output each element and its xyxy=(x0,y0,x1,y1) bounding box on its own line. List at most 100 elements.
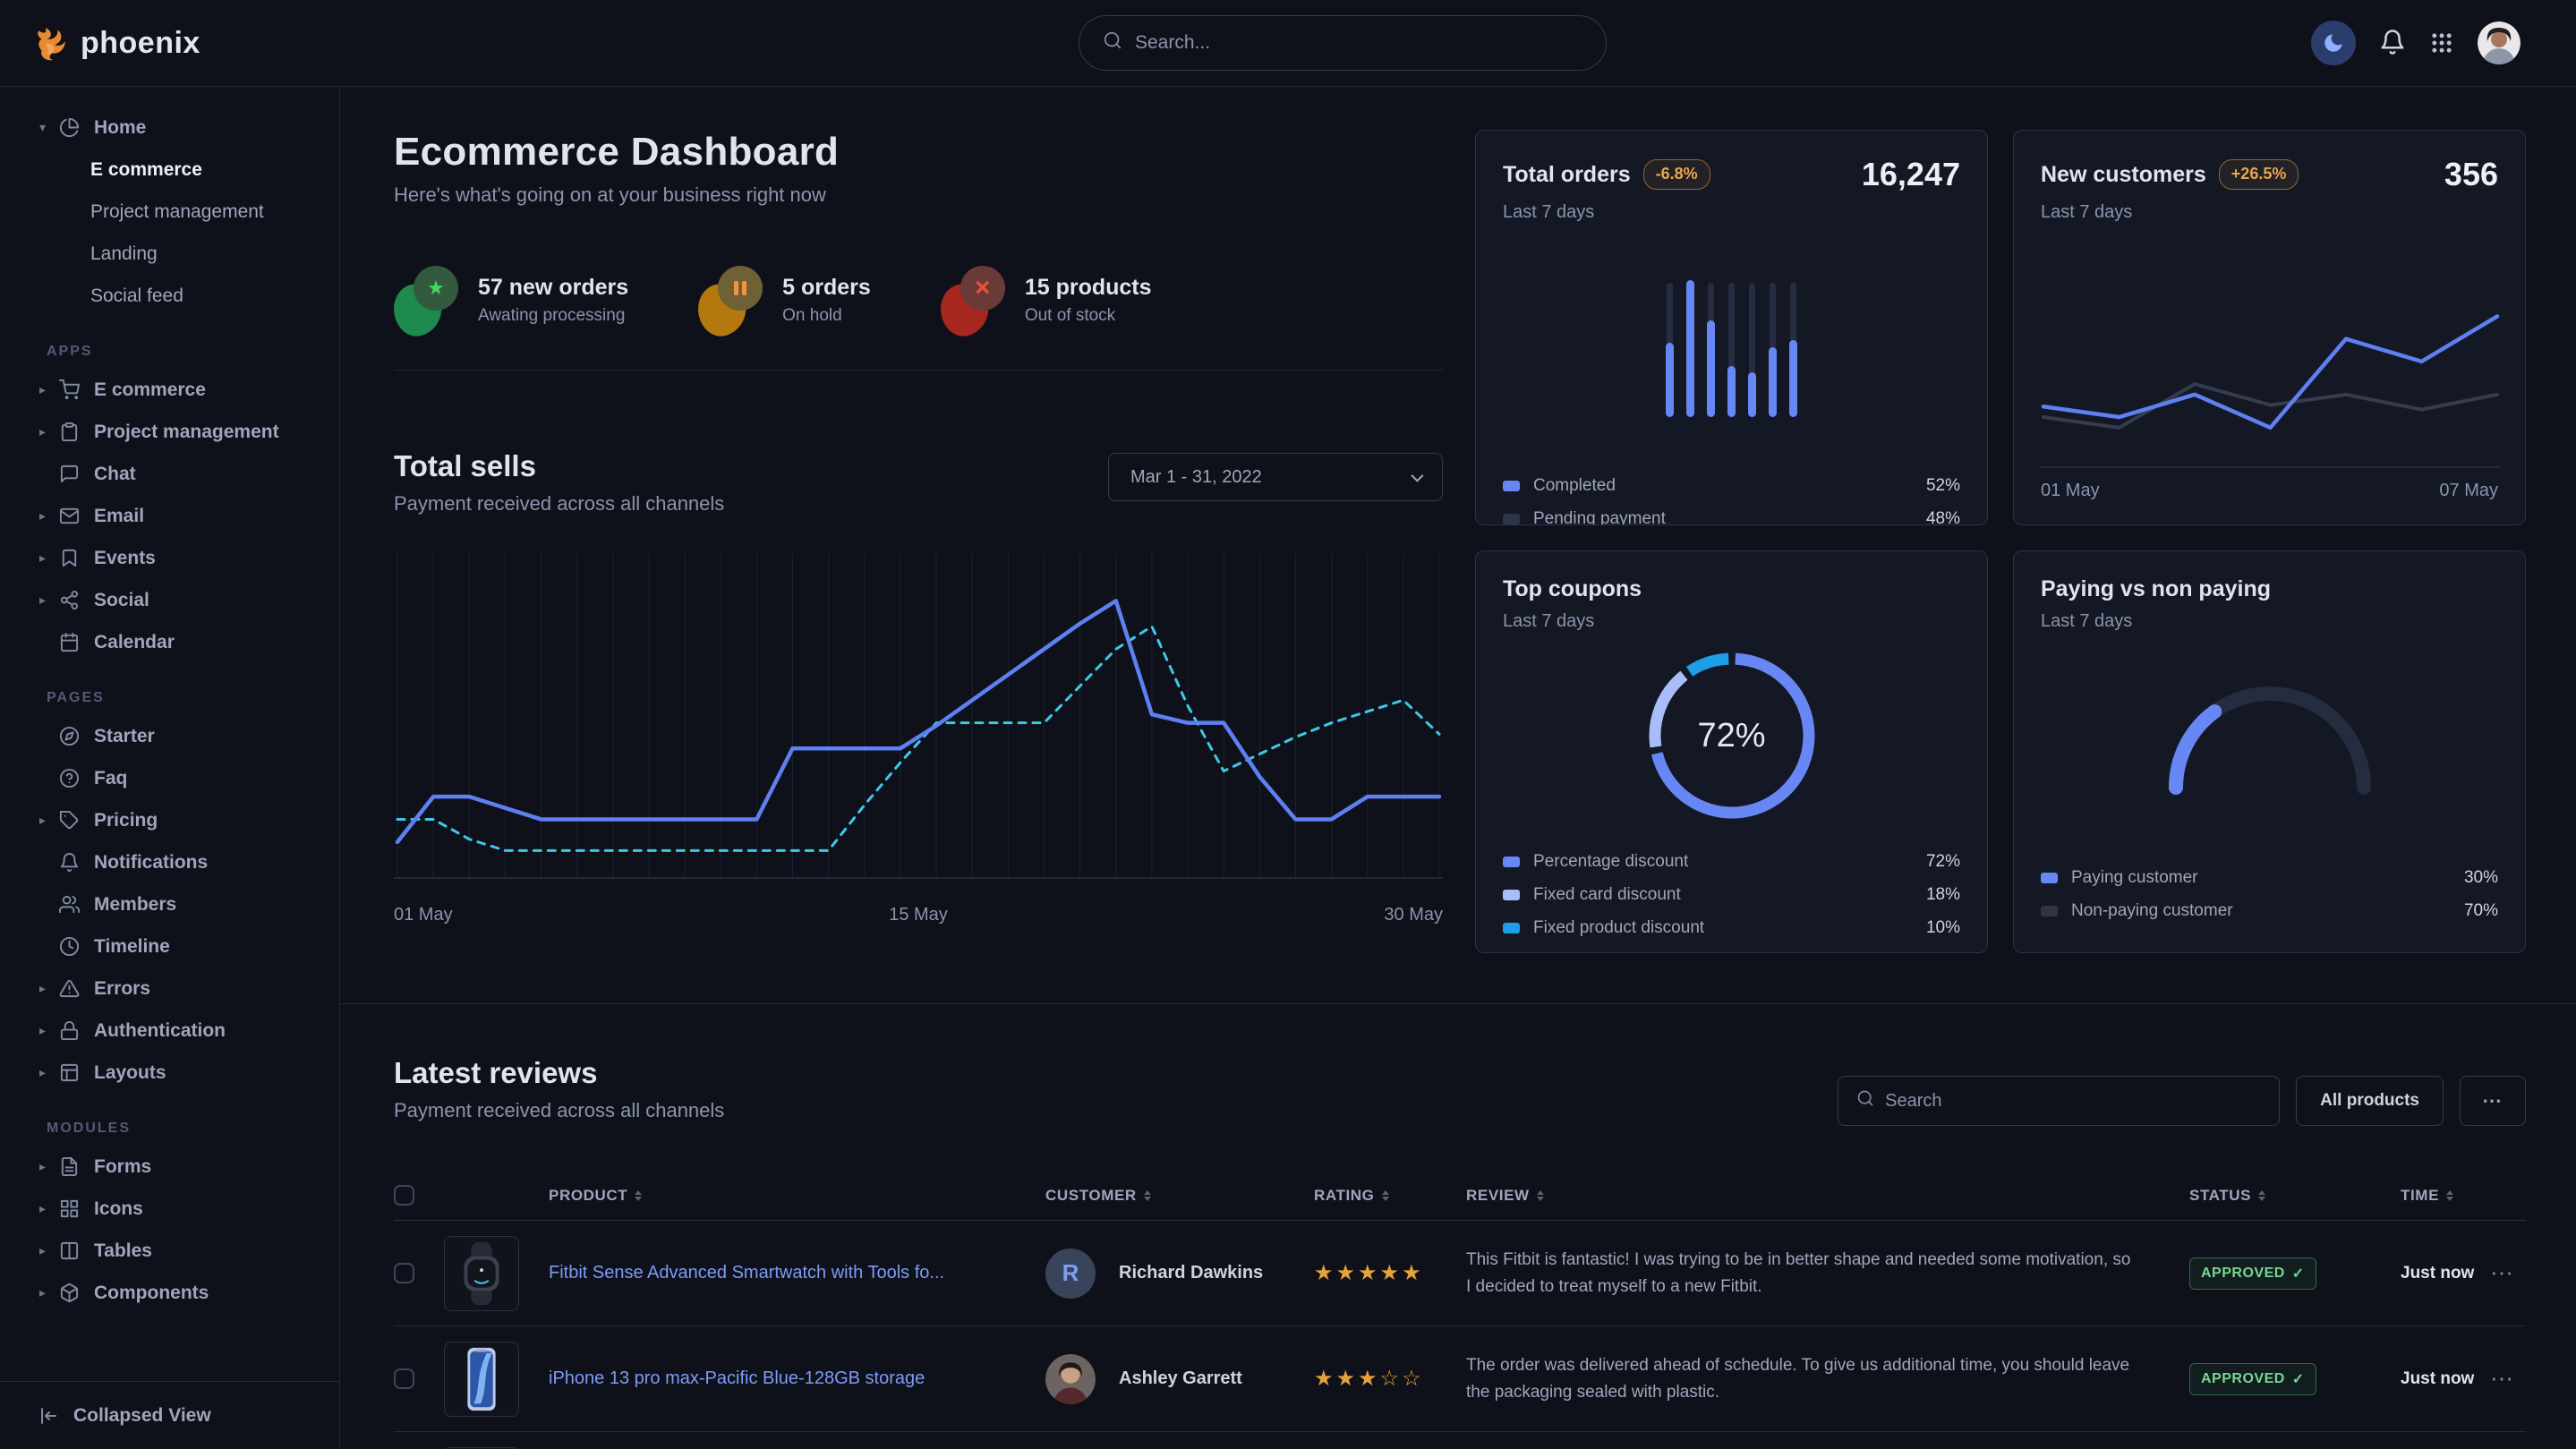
sidebar-item-events[interactable]: ▸Events xyxy=(0,537,339,579)
row-checkbox[interactable] xyxy=(394,1263,414,1283)
pie-chart-icon xyxy=(59,117,80,138)
total-sells-subtitle: Payment received across all channels xyxy=(394,492,724,516)
legend-label: Fixed product discount xyxy=(1533,918,1704,938)
reviews-search-input[interactable] xyxy=(1885,1091,2261,1112)
sidebar-item-faq[interactable]: ▸Faq xyxy=(0,757,339,799)
user-avatar[interactable] xyxy=(2478,21,2521,64)
bell-icon xyxy=(59,852,80,873)
legend-label: Completed xyxy=(1533,476,1616,496)
x-axis-label: 15 May xyxy=(889,905,948,925)
sidebar-item-tables[interactable]: ▸Tables xyxy=(0,1230,339,1272)
chevron-down-icon xyxy=(1411,470,1423,482)
more-options-button[interactable]: ⋯ xyxy=(2460,1076,2526,1126)
sidebar-item-starter[interactable]: ▸Starter xyxy=(0,715,339,757)
global-search-input[interactable] xyxy=(1135,32,1582,54)
card-value: 16,247 xyxy=(1862,156,1960,193)
message-square-icon xyxy=(59,464,80,484)
column-header-product[interactable]: PRODUCT xyxy=(549,1187,1045,1205)
all-products-button[interactable]: All products xyxy=(2296,1076,2444,1126)
legend-value: 52% xyxy=(1926,476,1960,496)
stat-green: ★57 new ordersAwating processing xyxy=(394,264,628,336)
column-header-rating[interactable]: RATING xyxy=(1314,1187,1466,1205)
bell-icon xyxy=(2379,29,2406,58)
apps-grid-button[interactable] xyxy=(2429,30,2454,55)
sidebar-item-label: Errors xyxy=(94,978,150,1000)
legend-item: Fixed product discount10% xyxy=(1503,911,1960,944)
sidebar-item-timeline[interactable]: ▸Timeline xyxy=(0,925,339,967)
search-icon xyxy=(1103,30,1122,55)
mail-icon xyxy=(59,506,80,526)
sidebar-item-label: Forms xyxy=(94,1156,151,1178)
total-sells-x-labels: 01 May15 May30 May xyxy=(394,905,1443,925)
bar-fill xyxy=(1686,280,1694,417)
product-link[interactable]: Fitbit Sense Advanced Smartwatch with To… xyxy=(549,1263,1045,1283)
sort-icon xyxy=(1144,1190,1151,1201)
theme-toggle-button[interactable] xyxy=(2311,21,2356,65)
sidebar-item-components[interactable]: ▸Components xyxy=(0,1272,339,1314)
column-header-customer[interactable]: CUSTOMER xyxy=(1045,1187,1314,1205)
sidebar-item-project-management[interactable]: ▸Project management xyxy=(0,411,339,453)
sidebar-item-icons[interactable]: ▸Icons xyxy=(0,1188,339,1230)
select-all-checkbox[interactable] xyxy=(394,1185,414,1206)
calendar-icon xyxy=(59,632,80,652)
legend-item: Paying customer30% xyxy=(2041,861,2498,894)
legend-item: Non-paying customer70% xyxy=(2041,894,2498,927)
sidebar-item-members[interactable]: ▸Members xyxy=(0,883,339,925)
column-header-time[interactable]: TIME xyxy=(2401,1187,2490,1205)
sidebar-item-label: Home xyxy=(94,117,146,139)
product-link[interactable]: iPhone 13 pro max-Pacific Blue-128GB sto… xyxy=(549,1368,1045,1389)
row-actions-button[interactable]: ⋯ xyxy=(2490,1365,2526,1393)
customer-name: Ashley Garrett xyxy=(1119,1368,1242,1389)
sidebar-item-pricing[interactable]: ▸Pricing xyxy=(0,799,339,841)
caret-right-icon: ▸ xyxy=(39,1201,59,1216)
row-actions-button[interactable]: ⋯ xyxy=(2490,1259,2526,1287)
reviews-search[interactable] xyxy=(1838,1076,2280,1126)
sidebar-item-calendar[interactable]: ▸Calendar xyxy=(0,621,339,663)
sidebar-item-e-commerce[interactable]: ▸E commerce xyxy=(0,369,339,411)
sidebar-nav: ▾Home E commerce Project managementLanding… xyxy=(0,107,339,1314)
sidebar-subitem-landing[interactable]: Landing xyxy=(0,233,339,275)
sidebar-subitem-project-management[interactable]: Project management xyxy=(0,191,339,233)
sidebar-item-authentication[interactable]: ▸Authentication xyxy=(0,1010,339,1052)
sidebar-item-forms[interactable]: ▸Forms xyxy=(0,1146,339,1188)
customer-avatar: R xyxy=(1045,1249,1096,1299)
sidebar-item-label: Faq xyxy=(94,768,127,789)
brand-logo[interactable]: phoenix xyxy=(32,24,200,62)
new-customers-x-labels: 01 May07 May xyxy=(2041,481,2498,501)
sidebar-item-label: E commerce xyxy=(94,379,206,401)
sidebar-item-email[interactable]: ▸Email xyxy=(0,495,339,537)
date-range-select[interactable]: Mar 1 - 31, 2022 xyxy=(1108,453,1443,501)
sidebar-item-chat[interactable]: ▸Chat xyxy=(0,453,339,495)
sidebar-subitem-e-commerce[interactable]: E commerce xyxy=(0,149,339,191)
stat-subtitle: On hold xyxy=(782,306,871,326)
sidebar-item-errors[interactable]: ▸Errors xyxy=(0,967,339,1010)
sidebar-item-label: Email xyxy=(94,506,144,527)
legend-value: 70% xyxy=(2464,901,2498,921)
sidebar-item-notifications[interactable]: ▸Notifications xyxy=(0,841,339,883)
column-header-review[interactable]: REVIEW xyxy=(1466,1187,2189,1205)
legend-label: Percentage discount xyxy=(1533,852,1688,872)
paying-gauge-canvas xyxy=(2154,669,2386,797)
global-search[interactable] xyxy=(1079,15,1607,71)
main-content: Ecommerce Dashboard Here's what's going … xyxy=(340,87,2576,1449)
sidebar-item-home[interactable]: ▾Home xyxy=(0,107,339,149)
legend-value: 48% xyxy=(1926,509,1960,526)
sidebar-item-label: Social xyxy=(94,590,149,611)
paying-card: Paying vs non paying Last 7 days Paying … xyxy=(2013,550,2526,953)
sidebar-item-layouts[interactable]: ▸Layouts xyxy=(0,1052,339,1094)
sidebar-subitem-social-feed[interactable]: Social feed xyxy=(0,275,339,317)
notifications-button[interactable] xyxy=(2379,29,2406,58)
new-customers-chart-canvas xyxy=(2041,264,2500,468)
file-text-icon xyxy=(59,1156,80,1177)
sidebar-subitem-label: E commerce xyxy=(90,159,202,181)
collapse-sidebar-button[interactable]: Collapsed View xyxy=(0,1381,339,1449)
caret-right-icon: ▸ xyxy=(39,1065,59,1080)
column-header-status[interactable]: STATUS xyxy=(2189,1187,2401,1205)
status-badge: APPROVED✓ xyxy=(2189,1363,2316,1395)
order-bar xyxy=(1769,280,1777,417)
bar-fill xyxy=(1727,366,1736,417)
card-period: Last 7 days xyxy=(1503,202,1960,223)
sidebar-item-social[interactable]: ▸Social xyxy=(0,579,339,621)
sidebar-item-label: Timeline xyxy=(94,936,170,958)
row-checkbox[interactable] xyxy=(394,1368,414,1389)
